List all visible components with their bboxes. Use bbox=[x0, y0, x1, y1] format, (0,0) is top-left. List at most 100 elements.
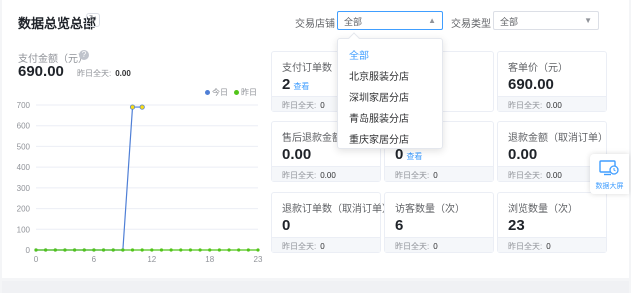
yesterday-value: 0 bbox=[433, 171, 438, 180]
type-select[interactable]: 全部 ▼ bbox=[493, 11, 599, 30]
legend-dot-today bbox=[205, 90, 210, 96]
metric-card-label: 售后退款金额 bbox=[282, 133, 342, 144]
yesterday-label: 昨日全天: bbox=[508, 242, 543, 251]
data-screen-label: 数据大屏 bbox=[595, 183, 624, 190]
data-point bbox=[246, 248, 250, 252]
metric-card: 访客数量（次） 6 昨日全天: 0 bbox=[384, 192, 494, 253]
y-tick-label: 300 bbox=[17, 184, 31, 193]
metric-card: 浏览数量（次） 23 昨日全天: 0 bbox=[497, 192, 607, 253]
yesterday-label: 昨日全天: bbox=[395, 171, 430, 180]
metric-card-yesterday: 昨日全天: 0 bbox=[498, 237, 606, 252]
y-tick-label: 500 bbox=[17, 142, 31, 151]
yesterday-value: 0 bbox=[320, 101, 325, 110]
yesterday-value: 0.00 bbox=[320, 171, 336, 180]
metric-card-value: 6 bbox=[395, 217, 403, 234]
yesterday-value: 0.00 bbox=[546, 101, 562, 110]
next-section-strip bbox=[2, 281, 629, 293]
metric-card-yesterday: 昨日全天: 0.00 bbox=[498, 96, 606, 111]
info-icon[interactable]: ? bbox=[79, 50, 89, 60]
metric-card-yesterday: 昨日全天: 0.00 bbox=[272, 166, 380, 181]
y-tick-label: 700 bbox=[17, 101, 31, 110]
yesterday-value: 0.00 bbox=[546, 171, 562, 180]
y-tick-label: 600 bbox=[17, 122, 31, 131]
metric-value-text: 0.00 bbox=[282, 146, 312, 163]
yesterday-label: 昨日全天: bbox=[508, 101, 543, 110]
data-point bbox=[121, 248, 125, 252]
type-filter-label: 交易类型 bbox=[451, 19, 491, 30]
x-tick-label: 6 bbox=[92, 255, 97, 264]
data-point bbox=[150, 248, 154, 252]
yesterday-value: 0 bbox=[546, 242, 551, 251]
data-point bbox=[130, 248, 135, 252]
y-tick-label: 400 bbox=[17, 163, 31, 172]
x-tick-label: 12 bbox=[147, 255, 156, 264]
metric-card-yesterday: 昨日全天: 0 bbox=[272, 237, 380, 252]
metric-card-label: 客单价（元） bbox=[508, 63, 568, 74]
metric-value-text: 2 bbox=[282, 76, 291, 93]
dropdown-option[interactable]: 深圳家居分店 bbox=[349, 89, 409, 104]
data-point bbox=[159, 248, 164, 252]
page-title: 数据总览总部 bbox=[18, 16, 97, 31]
dropdown-option[interactable]: 北京服装分店 bbox=[349, 68, 409, 83]
data-point bbox=[139, 104, 145, 110]
legend-dot-yesterday bbox=[234, 90, 239, 96]
series-line-0 bbox=[36, 106, 143, 251]
data-screen-button[interactable]: 数据大屏 bbox=[590, 154, 629, 194]
data-point bbox=[34, 248, 38, 252]
data-point bbox=[82, 248, 86, 252]
yesterday-label: 昨日全天: bbox=[395, 242, 430, 251]
chevron-up-icon: ▲ bbox=[428, 16, 436, 25]
data-point bbox=[63, 248, 67, 252]
refresh-icon[interactable]: ↻ bbox=[86, 13, 100, 27]
metric-value-text: 6 bbox=[395, 217, 404, 234]
store-select-value: 全部 bbox=[344, 17, 363, 27]
metric-card-label: 退款金额（取消订单） bbox=[508, 133, 608, 144]
metric-value-text: 23 bbox=[508, 217, 525, 234]
x-tick-label: 23 bbox=[254, 255, 263, 264]
dropdown-option[interactable]: 全部 bbox=[349, 47, 369, 62]
payment-amount-value: 690.00 bbox=[18, 63, 64, 80]
metric-card-value: 0.00 bbox=[508, 146, 537, 163]
store-select[interactable]: 全部 ▲ bbox=[337, 11, 443, 30]
metric-card-value: 0.00 bbox=[282, 146, 311, 163]
yesterday-value: 0 bbox=[433, 242, 438, 251]
x-tick-label: 18 bbox=[205, 255, 214, 264]
chevron-down-icon: ▼ bbox=[584, 16, 592, 25]
metric-value-text: 690.00 bbox=[508, 76, 554, 93]
x-tick-label: 0 bbox=[34, 255, 39, 264]
metric-card-value: 690.00 bbox=[508, 76, 554, 93]
dashboard-icon bbox=[599, 160, 619, 176]
data-point bbox=[217, 248, 221, 252]
yesterday-label: 昨日全天: bbox=[282, 171, 317, 180]
metric-card-label: 访客数量（次） bbox=[395, 204, 465, 215]
metric-card-label: 退款订单数（取消订单） bbox=[282, 204, 392, 215]
data-point bbox=[101, 248, 106, 252]
metric-card-label: 浏览数量（次） bbox=[508, 204, 578, 215]
data-point bbox=[92, 248, 96, 252]
metric-value-text: 0.00 bbox=[508, 146, 538, 163]
yesterday-label: 昨日全天: bbox=[77, 69, 112, 78]
yesterday-value: 0 bbox=[320, 242, 325, 251]
dropdown-option[interactable]: 重庆家居分店 bbox=[349, 131, 409, 146]
data-point bbox=[198, 248, 202, 252]
data-point bbox=[53, 248, 57, 252]
data-point bbox=[44, 248, 48, 252]
store-dropdown: 全部北京服装分店 深圳家居分店 青岛服装分店 重庆家居分店 bbox=[337, 32, 443, 149]
view-link[interactable]: 查看 bbox=[293, 82, 309, 91]
yesterday-label: 昨日全天: bbox=[508, 171, 543, 180]
yesterday-label: 昨日全天: bbox=[282, 101, 317, 110]
payment-amount-yesterday: 昨日全天: 0.00 bbox=[77, 68, 131, 79]
metric-card-value: 0 bbox=[282, 217, 290, 234]
data-point bbox=[208, 248, 212, 252]
store-filter-label: 交易店铺 bbox=[295, 19, 335, 30]
metric-card-yesterday: 昨日全天: 0 bbox=[385, 237, 493, 252]
metric-value-text: 0 bbox=[282, 217, 291, 234]
view-link[interactable]: 查看 bbox=[406, 152, 422, 161]
data-point bbox=[140, 248, 144, 252]
y-tick-label: 100 bbox=[17, 225, 31, 234]
dropdown-option[interactable]: 青岛服装分店 bbox=[349, 110, 409, 125]
data-point bbox=[227, 248, 231, 252]
metric-card-value: 23 bbox=[508, 217, 525, 234]
type-select-value: 全部 bbox=[500, 17, 519, 27]
data-point bbox=[111, 248, 115, 252]
